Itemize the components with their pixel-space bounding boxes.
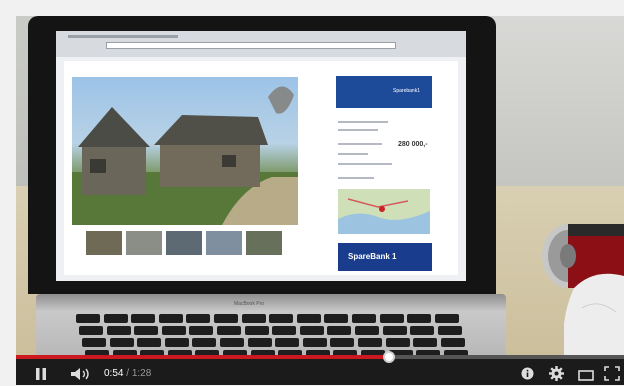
keyboard-key — [106, 326, 131, 335]
volume-icon — [71, 368, 89, 380]
text-line — [338, 163, 392, 165]
keyboard-key — [269, 314, 294, 323]
pause-button[interactable] — [34, 367, 48, 381]
text-line — [338, 121, 388, 123]
keyboard-key — [192, 338, 217, 347]
bank-header-text: Sparebank1 — [393, 88, 420, 94]
keyboard-key — [134, 326, 159, 335]
keyboard-key — [82, 338, 106, 347]
keyboard-key — [103, 314, 128, 323]
keyboard-key — [296, 314, 321, 323]
time-display: 0:54 / 1:28 — [104, 368, 151, 379]
keyboard-key — [302, 338, 327, 347]
keyboard-key — [440, 338, 465, 347]
pause-icon — [36, 368, 46, 380]
keyboard-key — [385, 338, 410, 347]
progress-handle[interactable] — [383, 351, 395, 363]
keyboard-key — [164, 338, 189, 347]
text-line — [338, 143, 382, 145]
keyboard-key — [214, 314, 238, 323]
info-button[interactable] — [521, 367, 534, 380]
keyboard-key — [109, 338, 134, 347]
keyboard-key — [413, 338, 438, 347]
info-icon — [521, 367, 534, 380]
video-player: Sparebank1 280 000,- SpareBank 1 MacBook — [0, 0, 624, 385]
current-time: 0:54 — [104, 368, 124, 379]
keyboard-key — [161, 326, 186, 335]
fullscreen-icon — [604, 366, 620, 381]
keyboard-key — [247, 338, 272, 347]
listing-photo — [72, 77, 298, 225]
background-wall — [486, 16, 624, 191]
houses-illustration — [72, 86, 298, 225]
thumbnail — [206, 231, 242, 255]
keyboard-key — [437, 326, 462, 335]
browser-menu — [68, 35, 178, 38]
duration: 1:28 — [131, 368, 152, 379]
keyboard-key — [410, 326, 435, 335]
laptop-keyboard — [76, 314, 468, 355]
sparebank-logo-text: SpareBank 1 — [348, 252, 397, 261]
keyboard-key — [355, 326, 379, 335]
keyboard-key — [272, 326, 297, 335]
text-line — [338, 153, 368, 155]
keyboard-key — [79, 326, 103, 335]
theater-mode-button[interactable] — [578, 368, 594, 381]
keyboard-key — [217, 326, 241, 335]
volume-button[interactable] — [70, 367, 92, 381]
map-preview — [338, 189, 430, 234]
keyboard-key — [379, 314, 404, 323]
crumpled-paper — [563, 268, 624, 355]
progress-played — [16, 355, 389, 359]
thumbnail — [86, 231, 122, 255]
keyboard-key — [189, 326, 214, 335]
browser-address-bar — [106, 42, 396, 49]
keyboard-key — [241, 314, 266, 323]
thumbnail — [246, 231, 282, 255]
thumbnail-strip — [86, 231, 296, 257]
keyboard-key — [382, 326, 407, 335]
text-line — [338, 129, 378, 131]
fullscreen-button[interactable] — [604, 366, 620, 381]
keyboard-key — [275, 338, 300, 347]
browser-toolbar — [56, 31, 466, 57]
video-frame[interactable]: Sparebank1 280 000,- SpareBank 1 MacBook — [16, 16, 624, 355]
keyboard-key — [330, 338, 355, 347]
paper-illustration — [563, 273, 624, 355]
progress-bar[interactable] — [16, 351, 624, 363]
keyboard-key — [220, 338, 244, 347]
bank-header: Sparebank1 — [336, 76, 432, 108]
listing-price: 280 000,- — [398, 141, 428, 148]
laptop-screen: Sparebank1 280 000,- SpareBank 1 — [56, 31, 466, 281]
text-line — [338, 177, 374, 179]
keyboard-key — [158, 314, 183, 323]
thumbnail — [126, 231, 162, 255]
settings-button[interactable] — [549, 366, 564, 381]
keyboard-key — [434, 314, 459, 323]
keyboard-key — [76, 314, 100, 323]
keyboard-key — [358, 338, 382, 347]
keyboard-key — [327, 326, 352, 335]
keyboard-key — [244, 326, 269, 335]
keyboard-key — [137, 338, 162, 347]
laptop-brand: MacBook Pro — [234, 301, 265, 307]
keyboard-key — [352, 314, 376, 323]
time-separator: / — [123, 368, 132, 379]
theater-mode-icon — [578, 370, 594, 381]
keyboard-key — [131, 314, 156, 323]
keyboard-key — [407, 314, 432, 323]
player-controls: 0:54 / 1:28 — [16, 351, 624, 385]
thumbnail — [166, 231, 202, 255]
keyboard-key — [324, 314, 349, 323]
map-illustration — [338, 198, 430, 234]
sparebank-logo: SpareBank 1 — [338, 243, 432, 271]
keyboard-key — [186, 314, 211, 323]
keyboard-key — [299, 326, 324, 335]
gear-icon — [549, 366, 564, 381]
